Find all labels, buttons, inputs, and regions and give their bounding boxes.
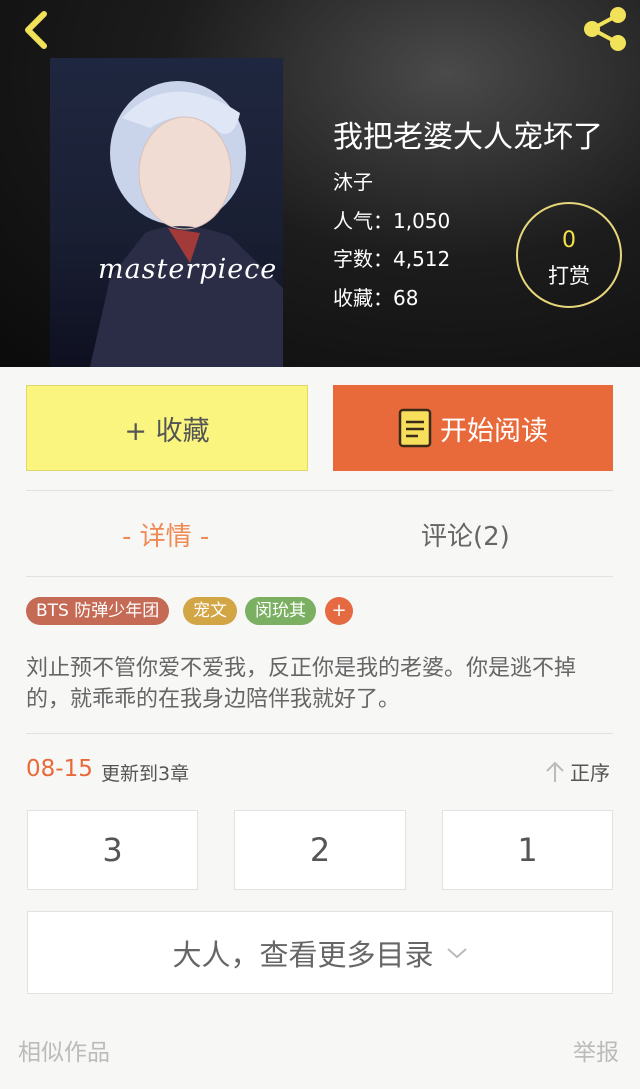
update-date: 08-15 <box>26 756 93 782</box>
start-reading-label: 开始阅读 <box>440 415 548 447</box>
chevron-down-icon <box>446 947 467 958</box>
tab-details[interactable]: - 详情 - <box>122 516 209 553</box>
chapter-button[interactable]: 2 <box>234 810 406 890</box>
sort-order-label: 正序 <box>570 761 610 785</box>
more-chapters-button[interactable]: 大人，查看更多目录 <box>27 911 613 994</box>
divider <box>26 576 613 577</box>
book-header: masterpiece 我把老婆大人宠坏了 沐子 人气：1,050 字数：4,5… <box>0 0 640 367</box>
tag-romance[interactable]: 宠文 <box>183 597 237 625</box>
chevron-left-icon <box>25 11 47 49</box>
cover-portrait-image <box>90 81 283 367</box>
more-chapters-label: 大人，查看更多目录 <box>172 937 434 972</box>
reward-button[interactable]: 0 打赏 <box>516 202 622 308</box>
chapter-button[interactable]: 1 <box>442 810 613 890</box>
word-count-stat: 字数：4,512 <box>333 247 451 271</box>
share-icon <box>584 7 626 51</box>
update-status: 更新到3章 <box>101 763 190 785</box>
divider <box>26 733 613 734</box>
sort-order-button[interactable]: 正序 <box>544 757 610 786</box>
tag-bts[interactable]: BTS 防弹少年团 <box>26 597 170 625</box>
reward-count: 0 <box>562 228 576 253</box>
book-title: 我把老婆大人宠坏了 <box>333 120 603 155</box>
report-button[interactable]: 举报 <box>573 1033 619 1067</box>
cover-title: masterpiece <box>98 254 278 285</box>
arrow-up-icon <box>546 761 564 782</box>
share-button[interactable] <box>580 6 630 52</box>
book-synopsis: 刘止预不管你爱不爱我，反正你是我的老婆。你是逃不掉的，就乖乖的在我身边陪伴我就好… <box>26 656 577 712</box>
divider <box>26 490 613 491</box>
book-author[interactable]: 沐子 <box>333 166 373 195</box>
start-reading-button[interactable]: 开始阅读 <box>333 385 613 471</box>
add-tag-button[interactable]: + <box>325 597 353 625</box>
add-favorite-button[interactable]: + 收藏 <box>26 385 308 471</box>
favorites-stat: 收藏：68 <box>333 286 419 310</box>
tab-comments[interactable]: 评论(2) <box>421 516 510 553</box>
book-cover[interactable]: masterpiece <box>50 58 283 367</box>
book-icon <box>398 408 432 448</box>
reward-label: 打赏 <box>548 264 590 288</box>
popularity-stat: 人气：1,050 <box>333 209 451 233</box>
similar-works-label: 相似作品 <box>18 1040 110 1066</box>
tag-character[interactable]: 闵玧其 <box>245 597 316 625</box>
chapter-button[interactable]: 3 <box>27 810 198 890</box>
back-button[interactable] <box>12 6 60 54</box>
